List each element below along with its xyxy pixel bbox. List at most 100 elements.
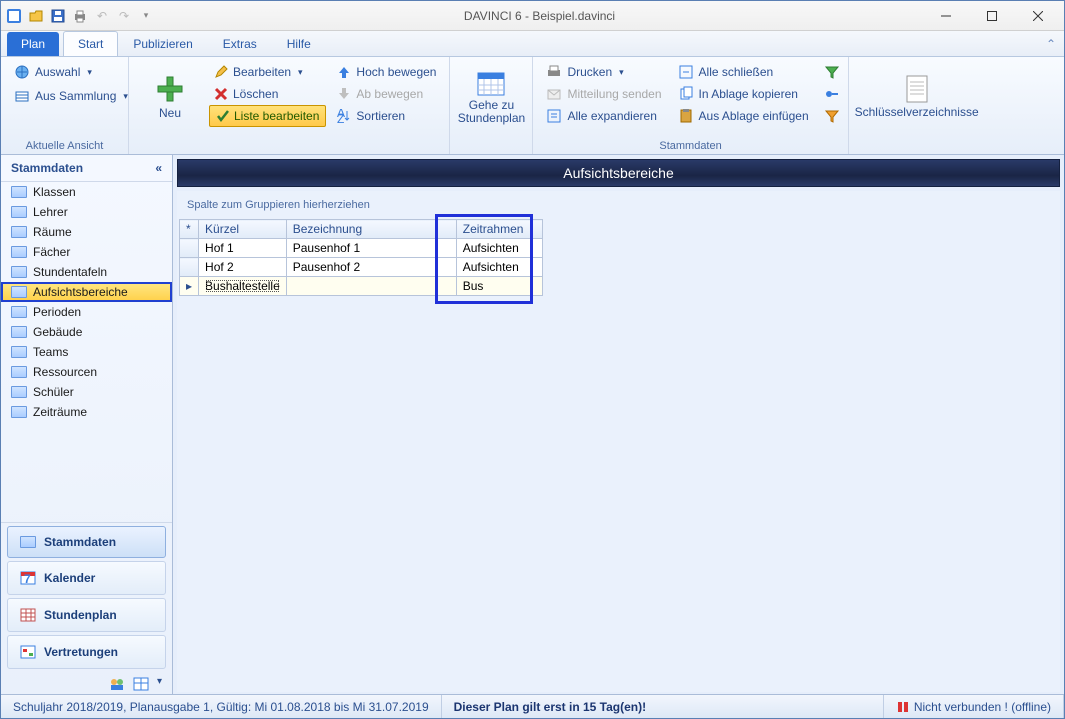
row-indicator — [180, 258, 199, 277]
save-icon[interactable] — [49, 7, 67, 25]
people-icon[interactable] — [109, 676, 125, 692]
group-label-stammdaten: Stammdaten — [541, 138, 839, 152]
nav-stammdaten[interactable]: Stammdaten — [7, 526, 166, 558]
aus-sammlung-label: Aus Sammlung — [35, 89, 116, 103]
drucken-button[interactable]: Drucken▾ — [541, 61, 666, 83]
tool-icon-2[interactable] — [824, 105, 840, 127]
editing-cell[interactable]: Bushaltestelle — [205, 279, 280, 293]
sidebar: Stammdaten « Klassen Lehrer Räume Fächer… — [1, 155, 173, 696]
in-ablage-button[interactable]: In Ablage kopieren — [673, 83, 814, 105]
more-icon[interactable]: ▾ — [157, 676, 162, 692]
sidebar-item-lehrer[interactable]: Lehrer — [1, 202, 172, 222]
folder-icon — [11, 246, 27, 258]
sortieren-button[interactable]: AZ Sortieren — [332, 105, 441, 127]
cell-bezeichnung[interactable] — [286, 277, 456, 296]
auswahl-label: Auswahl — [35, 65, 80, 79]
col-header-bezeichnung[interactable]: Bezeichnung — [286, 220, 456, 239]
current-row-indicator: ▸ — [180, 277, 199, 296]
table-icon[interactable] — [133, 676, 149, 692]
auswahl-button[interactable]: Auswahl▾ — [9, 61, 120, 83]
sidebar-item-klassen[interactable]: Klassen — [1, 182, 172, 202]
delete-x-icon — [214, 87, 228, 101]
tab-extras[interactable]: Extras — [208, 31, 272, 56]
sidebar-item-zeitraeume[interactable]: Zeiträume — [1, 402, 172, 422]
drucken-label: Drucken — [567, 65, 612, 79]
minimize-button[interactable] — [924, 2, 968, 30]
hoch-bewegen-button[interactable]: Hoch bewegen — [332, 61, 441, 83]
collapse-sidebar-icon[interactable]: « — [155, 161, 162, 175]
arrow-down-icon — [337, 87, 351, 101]
cell-kuerzel[interactable]: Hof 2 — [199, 258, 287, 277]
sidebar-item-faecher[interactable]: Fächer — [1, 242, 172, 262]
sidebar-header: Stammdaten « — [1, 155, 172, 182]
folder-icon — [20, 536, 36, 548]
tab-hilfe[interactable]: Hilfe — [272, 31, 326, 56]
sidebar-item-raeume[interactable]: Räume — [1, 222, 172, 242]
sidebar-item-stundentafeln[interactable]: Stundentafeln — [1, 262, 172, 282]
cell-zeitrahmen[interactable]: Bus — [456, 277, 542, 296]
maximize-button[interactable] — [970, 2, 1014, 30]
tab-publizieren[interactable]: Publizieren — [118, 31, 207, 56]
sidebar-item-schueler[interactable]: Schüler — [1, 382, 172, 402]
neu-button[interactable]: Neu — [137, 61, 203, 133]
sidebar-item-label: Klassen — [33, 185, 76, 199]
cell-kuerzel[interactable]: Bushaltestelle — [199, 277, 287, 296]
bearbeiten-label: Bearbeiten — [233, 65, 291, 79]
folder-icon — [11, 386, 27, 398]
file-tab[interactable]: Plan — [7, 32, 59, 56]
bearbeiten-button[interactable]: Bearbeiten▾ — [209, 61, 326, 83]
sidebar-item-perioden[interactable]: Perioden — [1, 302, 172, 322]
alle-exp-label: Alle expandieren — [567, 109, 656, 123]
col-header-kuerzel[interactable]: Kürzel — [199, 220, 287, 239]
tab-start[interactable]: Start — [63, 31, 118, 56]
status-right-label: Nicht verbunden ! (offline) — [914, 700, 1051, 714]
cell-bezeichnung[interactable]: Pausenhof 2 — [286, 258, 456, 277]
nav-vertretungen[interactable]: Vertretungen — [7, 635, 166, 669]
aus-sammlung-button[interactable]: Aus Sammlung▾ — [9, 85, 120, 107]
tool-icon-1[interactable] — [824, 83, 840, 105]
nav-kalender[interactable]: 7 Kalender — [7, 561, 166, 595]
cell-kuerzel[interactable]: Hof 1 — [199, 239, 287, 258]
loeschen-button[interactable]: Löschen — [209, 83, 326, 105]
row-indicator — [180, 239, 199, 258]
col-header-zeitrahmen[interactable]: Zeitrahmen — [456, 220, 542, 239]
mitteilung-button[interactable]: Mitteilung senden — [541, 83, 666, 105]
ab-bewegen-button[interactable]: Ab bewegen — [332, 83, 441, 105]
group-label-empty3 — [857, 138, 977, 152]
undo-icon[interactable]: ↶ — [93, 7, 111, 25]
data-grid[interactable]: * Kürzel Bezeichnung Zeitrahmen Hof 1 Pa… — [179, 219, 543, 296]
subst-icon — [20, 644, 36, 660]
sidebar-item-aufsichtsbereiche[interactable]: Aufsichtsbereiche — [1, 282, 172, 302]
close-button[interactable] — [1016, 2, 1060, 30]
liste-bearbeiten-button[interactable]: Liste bearbeiten — [209, 105, 326, 127]
nav-stundenplan[interactable]: Stundenplan — [7, 598, 166, 632]
group-by-hint[interactable]: Spalte zum Gruppieren hierherziehen — [177, 191, 1060, 219]
svg-text:7: 7 — [24, 572, 31, 586]
gehe-zu-stundenplan-button[interactable]: Gehe zu Stundenplan — [458, 61, 524, 133]
qat-dropdown-icon[interactable]: ▾ — [137, 7, 155, 25]
schluesselverzeichnisse-button[interactable]: Schlüsselverzeichnisse — [857, 61, 977, 133]
sidebar-nav: Stammdaten 7 Kalender Stundenplan Vertre… — [1, 522, 172, 696]
redo-icon[interactable]: ↷ — [115, 7, 133, 25]
sidebar-item-label: Schüler — [33, 385, 74, 399]
cell-zeitrahmen[interactable]: Aufsichten — [456, 258, 542, 277]
alle-expandieren-button[interactable]: Alle expandieren — [541, 105, 666, 127]
sidebar-item-ressourcen[interactable]: Ressourcen — [1, 362, 172, 382]
alle-schliessen-button[interactable]: Alle schließen — [673, 61, 814, 83]
cell-bezeichnung[interactable]: Pausenhof 1 — [286, 239, 456, 258]
collapse-ribbon-icon[interactable]: ⌃ — [1046, 37, 1056, 51]
sortieren-label: Sortieren — [356, 109, 405, 123]
table-row[interactable]: Hof 2 Pausenhof 2 Aufsichten — [180, 258, 543, 277]
pencil-icon — [214, 65, 228, 79]
sidebar-item-gebaeude[interactable]: Gebäude — [1, 322, 172, 342]
status-left: Schuljahr 2018/2019, Planausgabe 1, Gült… — [1, 695, 442, 718]
filter-icon[interactable] — [824, 61, 840, 83]
table-row[interactable]: Hof 1 Pausenhof 1 Aufsichten — [180, 239, 543, 258]
open-icon[interactable] — [27, 7, 45, 25]
print-icon[interactable] — [71, 7, 89, 25]
sidebar-item-teams[interactable]: Teams — [1, 342, 172, 362]
table-row-editing[interactable]: ▸ Bushaltestelle Bus — [180, 277, 543, 296]
cell-zeitrahmen[interactable]: Aufsichten — [456, 239, 542, 258]
header-row: * Kürzel Bezeichnung Zeitrahmen — [180, 220, 543, 239]
aus-ablage-button[interactable]: Aus Ablage einfügen — [673, 105, 814, 127]
